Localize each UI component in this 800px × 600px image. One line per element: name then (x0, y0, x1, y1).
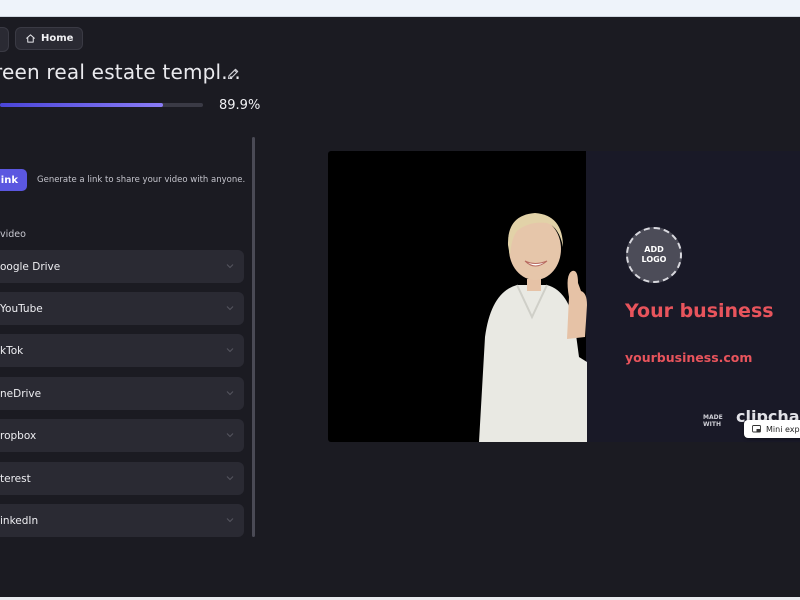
mini-player-icon (752, 424, 761, 432)
presenter-image (479, 213, 587, 442)
chevron-down-icon (226, 348, 234, 353)
browser-top-bar (0, 0, 800, 17)
share-item-label: inkedIn (0, 514, 39, 527)
home-icon (26, 34, 35, 43)
share-dropbox[interactable]: ropbox (0, 419, 244, 452)
share-onedrive[interactable]: neDrive (0, 377, 244, 410)
share-tiktok[interactable]: kTok (0, 334, 244, 367)
logo-placeholder-text: ADD LOGO (642, 245, 667, 265)
export-progress-fill (0, 103, 163, 107)
logo-line-2: LOGO (641, 255, 667, 264)
share-pinterest[interactable]: terest (0, 462, 244, 495)
share-linkedin[interactable]: inkedIn (0, 504, 244, 537)
pencil-icon[interactable] (226, 67, 240, 81)
chevron-down-icon (226, 518, 234, 523)
chevron-down-icon (226, 433, 234, 438)
add-logo-placeholder[interactable]: ADD LOGO (626, 227, 682, 283)
home-label: Home (41, 33, 74, 44)
preview-brand-panel (586, 151, 800, 442)
project-title: reen real estate templ... (0, 60, 241, 84)
watermark-line-1: MADE (703, 414, 723, 421)
watermark-line-2: WITH (703, 421, 721, 428)
mini-export-label: Mini expo (766, 424, 800, 434)
business-name-text: Your business (625, 300, 774, 322)
export-progress-text: 89.9% (219, 98, 261, 113)
share-item-label: ropbox (0, 429, 37, 442)
share-youtube[interactable]: YouTube (0, 292, 244, 325)
share-item-label: oogle Drive (0, 260, 61, 273)
chevron-down-icon (226, 476, 234, 481)
mini-export-button[interactable]: Mini expo (744, 420, 800, 438)
create-link-button[interactable]: link (0, 169, 27, 191)
share-item-label: YouTube (0, 302, 43, 315)
logo-line-1: ADD (644, 245, 664, 254)
share-item-label: kTok (0, 344, 24, 357)
chevron-down-icon (226, 306, 234, 311)
business-url-text: yourbusiness.com (625, 350, 753, 365)
panel-scrollbar[interactable] (252, 137, 255, 537)
share-section-label: video (0, 229, 26, 240)
share-google-drive[interactable]: oogle Drive (0, 250, 244, 283)
chevron-down-icon (226, 264, 234, 269)
link-description: Generate a link to share your video with… (37, 175, 246, 185)
watermark-made-with: MADE WITH (703, 414, 723, 428)
back-button[interactable] (0, 27, 9, 52)
share-item-label: neDrive (0, 387, 42, 400)
video-preview[interactable]: ADD LOGO Your business yourbusiness.com … (328, 151, 800, 442)
export-progress-bar (0, 103, 203, 107)
share-item-label: terest (0, 472, 31, 485)
chevron-down-icon (226, 391, 234, 396)
create-link-label: link (0, 174, 18, 186)
home-button[interactable]: Home (15, 27, 84, 50)
